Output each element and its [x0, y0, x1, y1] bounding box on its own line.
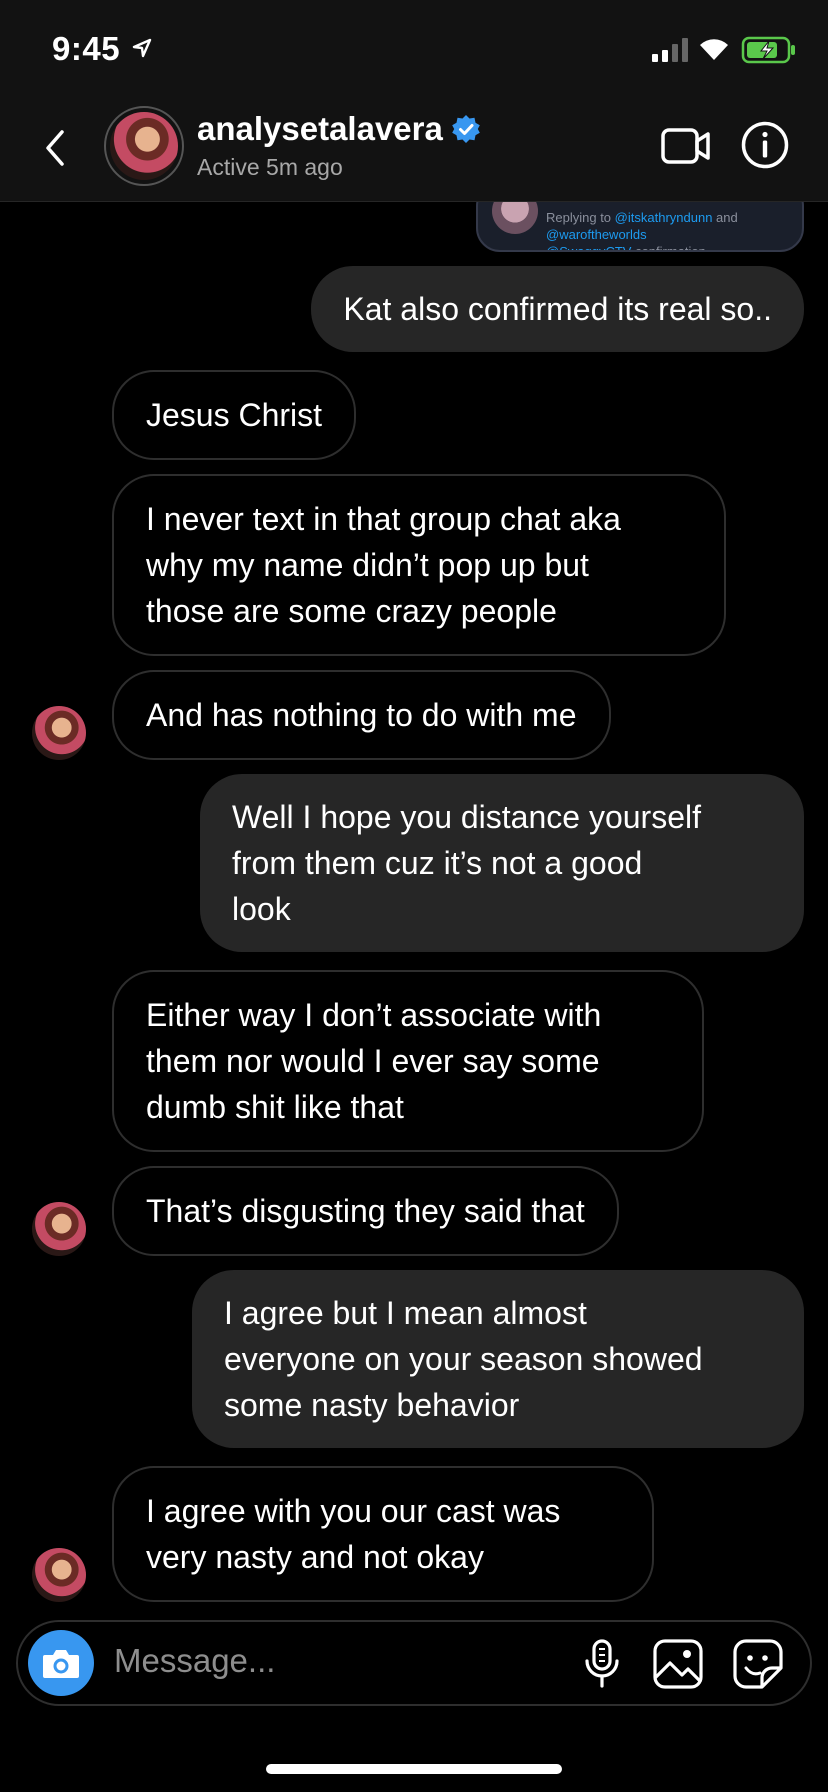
location-arrow-icon	[132, 38, 152, 58]
camera-icon	[43, 1650, 79, 1678]
sender-avatar[interactable]	[32, 1202, 86, 1256]
message-text: That’s disgusting they said that	[146, 1193, 585, 1229]
message-text-line: those are some crazy people	[146, 593, 557, 629]
message-text-line: very nasty and not okay	[146, 1539, 484, 1575]
tweet-text-line-3: @SwaggyCTV confirmation	[546, 244, 706, 252]
chevron-left-icon[interactable]	[40, 126, 70, 170]
message-bubble-outgoing[interactable]: Well I hope you distance yourself from t…	[200, 774, 804, 952]
video-camera-icon[interactable]	[660, 124, 712, 168]
message-bubble-incoming[interactable]: And has nothing to do with me	[112, 670, 611, 760]
shared-tweet-preview[interactable]: Replying to @itskathryndunn and @warofth…	[476, 202, 804, 252]
message-text-line: I agree with you our cast was	[146, 1493, 561, 1529]
profile-avatar[interactable]	[104, 106, 184, 186]
message-text-line: everyone on your season showed	[224, 1341, 703, 1377]
profile-avatar-image	[110, 112, 178, 180]
message-bubble-incoming[interactable]: That’s disgusting they said that	[112, 1166, 619, 1256]
home-indicator[interactable]	[266, 1764, 562, 1774]
message-bubble-incoming[interactable]: Either way I don’t associate with them n…	[112, 970, 704, 1152]
tweet-author-avatar	[492, 202, 538, 234]
conversation-header: analysetalavera Active 5m ago	[0, 100, 828, 202]
message-input[interactable]: Message...	[114, 1642, 275, 1680]
message-text-line: I agree but I mean almost	[224, 1295, 587, 1331]
camera-button[interactable]	[28, 1630, 94, 1696]
sticker-icon[interactable]	[732, 1638, 784, 1690]
username-row[interactable]: analysetalavera	[197, 110, 481, 148]
message-thread[interactable]: Replying to @itskathryndunn and @warofth…	[0, 202, 828, 1614]
message-bubble-incoming[interactable]: I agree with you our cast was very nasty…	[112, 1466, 654, 1602]
message-text: Kat also confirmed its real so..	[343, 291, 772, 327]
tweet-replying-line: Replying to @itskathryndunn and	[546, 210, 738, 225]
message-text-line: some nasty behavior	[224, 1387, 520, 1423]
message-text-line: I never text in that group chat aka	[146, 501, 621, 537]
message-bubble-outgoing[interactable]: Kat also confirmed its real so..	[311, 266, 804, 352]
message-bubble-incoming[interactable]: Jesus Christ	[112, 370, 357, 460]
message-text-line: Well I hope you distance yourself	[232, 799, 701, 835]
battery-charging-icon	[741, 36, 795, 64]
message-text: And has nothing to do with me	[146, 697, 577, 733]
gallery-icon[interactable]	[652, 1638, 704, 1690]
info-icon[interactable]	[740, 120, 790, 170]
message-text-line: why my name didn’t pop up but	[146, 547, 589, 583]
status-bar: 9:45	[0, 0, 828, 100]
wifi-icon	[700, 39, 728, 60]
message-text-line: dumb shit like that	[146, 1089, 404, 1125]
message-text-line: from them cuz it’s not a good	[232, 845, 643, 881]
active-status: Active 5m ago	[197, 154, 343, 180]
verified-badge-icon	[452, 115, 480, 143]
cellular-signal-icon	[652, 38, 688, 62]
message-bubble-outgoing[interactable]: I agree but I mean almost everyone on yo…	[192, 1270, 804, 1448]
sender-avatar[interactable]	[32, 706, 86, 760]
tweet-replying-line-2: @waroftheworlds	[546, 227, 647, 242]
message-text: Jesus Christ	[146, 397, 323, 433]
microphone-icon[interactable]	[580, 1638, 624, 1690]
message-text-line: look	[232, 891, 291, 927]
sender-avatar[interactable]	[32, 1548, 86, 1602]
message-text-line: Either way I don’t associate with	[146, 997, 602, 1033]
message-bubble-incoming[interactable]: I never text in that group chat aka why …	[112, 474, 726, 656]
message-text-line: them nor would I ever say some	[146, 1043, 600, 1079]
username[interactable]: analysetalavera	[197, 110, 443, 148]
message-composer: Message...	[16, 1620, 812, 1706]
status-time: 9:45	[52, 30, 121, 67]
